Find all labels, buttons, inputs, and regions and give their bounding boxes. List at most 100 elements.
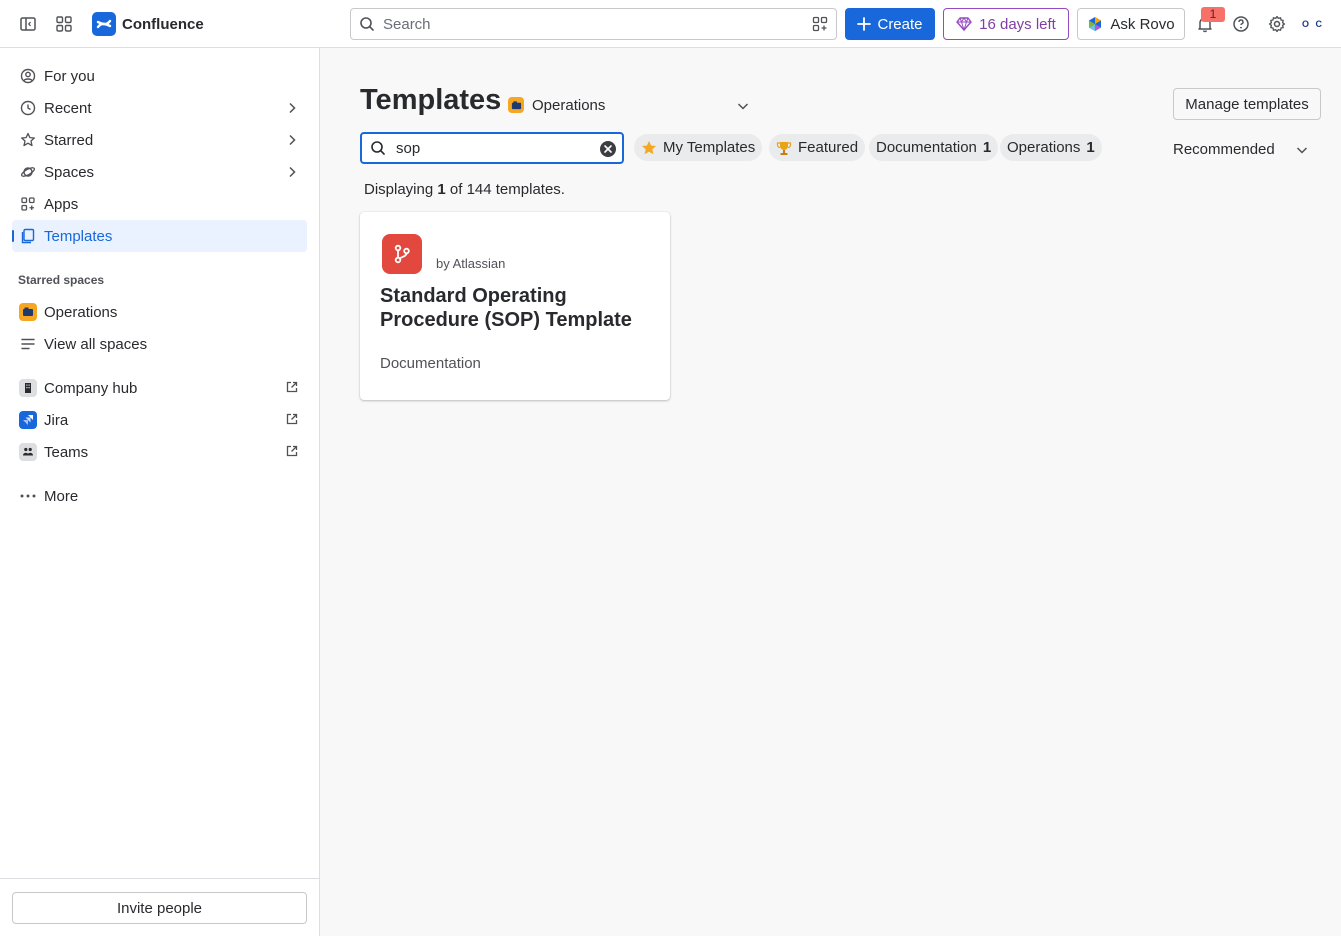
sidebar-item-label: For you	[44, 67, 95, 85]
templates-icon	[18, 226, 38, 246]
user-avatar[interactable]: O C	[1300, 12, 1326, 36]
rovo-icon	[1089, 17, 1102, 31]
chip-count: 1	[1086, 139, 1095, 156]
external-link-icon	[285, 412, 299, 429]
confluence-logo[interactable]: Confluence	[92, 12, 204, 36]
search-icon	[360, 17, 374, 31]
filter-chip-featured[interactable]: Featured	[769, 134, 866, 161]
chevron-right-icon[interactable]	[285, 165, 299, 182]
chevron-right-icon[interactable]	[285, 133, 299, 150]
chip-label: Operations	[1007, 139, 1081, 156]
star-icon	[18, 130, 38, 150]
sidebar-item-for-you[interactable]: For you	[12, 60, 307, 92]
sidebar-item-label: Company hub	[44, 379, 138, 397]
results-prefix: Displaying	[364, 181, 434, 198]
template-search-value: sop	[396, 139, 421, 157]
sidebar-item-more[interactable]: More	[12, 480, 307, 512]
branch-icon	[382, 234, 422, 274]
sidebar-item-label: View all spaces	[44, 335, 148, 353]
template-title: Standard Operating Procedure (SOP) Templ…	[380, 285, 632, 331]
gem-icon	[956, 17, 972, 32]
notification-count-badge: 1	[1201, 7, 1225, 22]
chevron-right-icon[interactable]	[285, 101, 299, 118]
sidebar-item-operations-space[interactable]: Operations	[12, 296, 307, 328]
sidebar-item-label: Operations	[44, 303, 118, 321]
building-icon	[19, 379, 37, 397]
chip-label: Documentation	[876, 139, 977, 156]
results-count: Displaying 1 of 144 templates.	[364, 181, 565, 198]
search-filter-icon[interactable]	[812, 16, 828, 35]
top-navigation: Confluence Search Create 16 days left As…	[0, 0, 1341, 48]
teams-icon	[19, 443, 37, 461]
search-placeholder: Search	[383, 15, 431, 33]
chevron-down-icon	[736, 99, 750, 116]
search-icon	[371, 141, 385, 155]
create-label: Create	[877, 15, 923, 33]
invite-people-button[interactable]: Invite people	[12, 892, 307, 924]
sidebar: For you Recent Starred Spaces Apps Templ…	[0, 48, 320, 936]
sidebar-item-teams[interactable]: Teams	[12, 436, 307, 468]
jira-icon	[19, 411, 37, 429]
sidebar-item-recent[interactable]: Recent	[12, 92, 307, 124]
chevron-down-icon	[1295, 143, 1309, 161]
app-switcher-icon[interactable]	[52, 12, 76, 36]
results-shown: 1	[437, 181, 446, 198]
template-category: Documentation	[380, 355, 481, 372]
sidebar-item-label: Templates	[44, 227, 113, 245]
external-link-icon	[285, 380, 299, 397]
sidebar-footer: Invite people	[0, 878, 319, 936]
sidebar-item-starred[interactable]: Starred	[12, 124, 307, 156]
sidebar-item-view-all-spaces[interactable]: View all spaces	[12, 328, 307, 360]
trial-button[interactable]: 16 days left	[943, 8, 1069, 40]
operations-space-icon	[508, 97, 524, 113]
chip-label: My Templates	[663, 139, 756, 156]
sidebar-item-apps[interactable]: Apps	[12, 188, 307, 220]
sidebar-item-company-hub[interactable]: Company hub	[12, 372, 307, 404]
clock-icon	[18, 98, 38, 118]
manage-templates-button[interactable]: Manage templates	[1173, 88, 1321, 120]
sidebar-item-label: More	[44, 487, 79, 505]
active-indicator	[12, 230, 14, 242]
template-author: by Atlassian	[436, 256, 506, 271]
space-filter-select[interactable]: Operations	[508, 94, 754, 116]
sidebar-item-jira[interactable]: Jira	[12, 404, 307, 436]
global-search-input[interactable]: Search	[350, 8, 837, 40]
sidebar-toggle-icon[interactable]	[16, 12, 40, 36]
template-search-input[interactable]: sop	[360, 132, 624, 164]
sidebar-item-label: Jira	[44, 411, 69, 429]
template-card[interactable]: by Atlassian Standard Operating Procedur…	[360, 212, 670, 400]
help-icon[interactable]	[1229, 12, 1253, 36]
sidebar-item-label: Spaces	[44, 163, 95, 181]
create-button[interactable]: Create	[845, 8, 935, 40]
space-filter-value: Operations	[532, 96, 606, 114]
more-dots-icon	[18, 486, 38, 506]
sidebar-item-label: Apps	[44, 195, 79, 213]
star-filled-icon	[642, 140, 656, 154]
apps-icon	[18, 194, 38, 214]
ask-rovo-button[interactable]: Ask Rovo	[1077, 8, 1185, 40]
chip-label: Featured	[798, 139, 859, 156]
clear-search-icon[interactable]	[599, 140, 617, 161]
list-icon	[18, 334, 38, 354]
sidebar-item-label: Teams	[44, 443, 89, 461]
ask-rovo-label: Ask Rovo	[1110, 15, 1175, 33]
external-link-icon	[285, 444, 299, 461]
sort-select[interactable]: Recommended	[1173, 138, 1313, 160]
sidebar-item-spaces[interactable]: Spaces	[12, 156, 307, 188]
filter-chip-documentation[interactable]: Documentation 1	[869, 134, 999, 161]
filter-chip-operations[interactable]: Operations 1	[1000, 134, 1102, 161]
sidebar-item-label: Starred	[44, 131, 94, 149]
plus-icon	[857, 17, 872, 31]
sidebar-item-label: Recent	[44, 99, 92, 117]
settings-gear-icon[interactable]	[1265, 12, 1289, 36]
filter-chip-my-templates[interactable]: My Templates	[634, 134, 763, 161]
person-circle-icon	[18, 66, 38, 86]
page-title: Templates	[360, 84, 502, 116]
sort-value: Recommended	[1173, 140, 1275, 158]
trophy-icon	[776, 141, 792, 155]
app-name: Confluence	[122, 15, 204, 33]
operations-space-icon	[19, 303, 37, 321]
results-suffix: of 144 templates.	[449, 181, 565, 198]
planet-icon	[18, 162, 38, 182]
sidebar-item-templates[interactable]: Templates	[12, 220, 307, 252]
